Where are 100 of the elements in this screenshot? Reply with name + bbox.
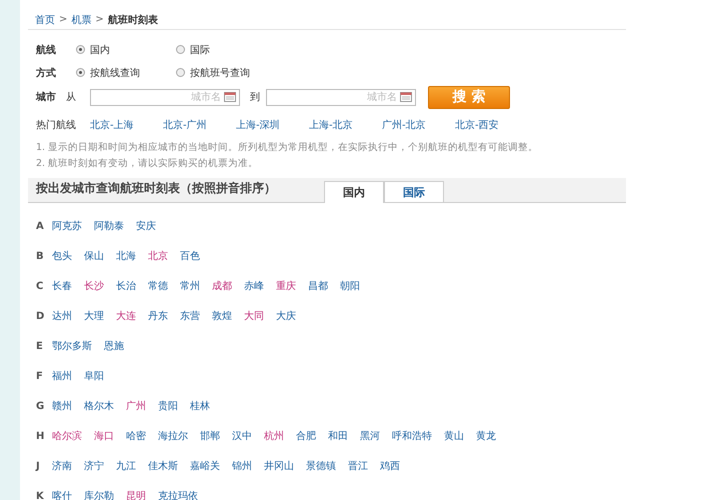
tab[interactable]: 国内 (324, 181, 384, 203)
city-link[interactable]: 成都 (212, 279, 232, 293)
city-link[interactable]: 格尔木 (84, 399, 114, 413)
city-link[interactable]: 杭州 (264, 429, 284, 443)
city-link[interactable]: 昌都 (308, 279, 328, 293)
to-label: 到 (249, 91, 261, 104)
city-link[interactable]: 长春 (52, 279, 72, 293)
letter-label: G (36, 400, 46, 412)
field-label: 航线 (36, 43, 57, 56)
city-link[interactable]: 和田 (328, 429, 348, 443)
city-link[interactable]: 济南 (52, 459, 72, 473)
field-label: 方式 (36, 66, 57, 80)
city-link[interactable]: 哈尔滨 (52, 429, 82, 443)
city-link[interactable]: 百色 (180, 249, 200, 263)
city-link[interactable]: 朝阳 (340, 279, 360, 293)
hot-route-link[interactable]: 北京-西安 (455, 118, 528, 132)
city-link[interactable]: 汉中 (232, 429, 252, 443)
hot-route-link[interactable]: 上海-深圳 (236, 118, 309, 132)
city-link[interactable]: 海口 (94, 429, 114, 443)
city-link[interactable]: 桂林 (190, 399, 210, 413)
section-title: 按出发城市查询航班时刻表（按照拼音排序） (34, 180, 277, 197)
radio-option[interactable]: 国内 (76, 42, 176, 56)
city-link[interactable]: 佳木斯 (148, 459, 178, 473)
city-link[interactable]: 海拉尔 (158, 429, 188, 443)
letter-label: E (36, 340, 44, 352)
tab[interactable]: 国际 (384, 181, 444, 202)
city-link[interactable]: 晋江 (348, 459, 368, 473)
city-link[interactable]: 嘉峪关 (190, 459, 220, 473)
calendar-icon (400, 92, 412, 102)
city-link[interactable]: 济宁 (84, 459, 104, 473)
city-link[interactable]: 合肥 (296, 429, 316, 443)
radio-option[interactable]: 按航线查询 (76, 66, 176, 80)
city-link[interactable]: 广州 (126, 399, 146, 413)
city-link[interactable]: 邯郸 (200, 429, 220, 443)
letter-label: D (36, 310, 46, 322)
city-link[interactable]: 阿克苏 (52, 219, 82, 233)
city-link[interactable]: 丹东 (148, 309, 168, 323)
hot-route-link[interactable]: 北京-上海 (90, 118, 163, 132)
breadcrumb-separator: > (95, 14, 104, 25)
letter-label: F (36, 370, 44, 382)
city-link[interactable]: 恩施 (104, 339, 124, 353)
calendar-icon (224, 92, 236, 102)
city-link[interactable]: 达州 (52, 309, 72, 323)
city-link[interactable]: 鸡西 (380, 459, 400, 473)
city-link[interactable]: 锦州 (232, 459, 252, 473)
note-text: 1. 显示的日期和时间为相应城市的当地时间。所列机型为常用机型，在实际执行中，个别航班的机型有可能调整。 (36, 141, 540, 155)
city-link[interactable]: 大同 (244, 309, 264, 323)
hot-route-link[interactable]: 上海-北京 (309, 118, 382, 132)
letter-label: J (36, 460, 41, 472)
city-link[interactable]: 重庆 (276, 279, 296, 293)
city-link[interactable]: 阿勒泰 (94, 219, 124, 233)
city-link[interactable]: 包头 (52, 249, 72, 263)
city-link[interactable]: 景德镇 (306, 459, 336, 473)
city-link[interactable]: 大理 (84, 309, 104, 323)
city-link[interactable]: 长沙 (84, 279, 104, 293)
to-city-field[interactable]: 城市名 (266, 88, 416, 106)
hot-route-link[interactable]: 北京-广州 (163, 118, 236, 132)
radio-option[interactable]: 按航班号查询 (176, 66, 276, 80)
city-link[interactable]: 黑河 (360, 429, 380, 443)
city-link[interactable]: 贵阳 (158, 399, 178, 413)
city-link[interactable]: 常德 (148, 279, 168, 293)
breadcrumb-current: 航班时刻表 (108, 13, 158, 26)
city-link[interactable]: 井冈山 (264, 459, 294, 473)
city-link[interactable]: 九江 (116, 459, 136, 473)
city-link[interactable]: 北海 (116, 249, 136, 263)
letter-label: C (36, 280, 44, 292)
city-link[interactable]: 长治 (116, 279, 136, 293)
letter-label: H (36, 430, 46, 442)
field-label: 城市 (36, 90, 57, 104)
city-link[interactable]: 黄山 (444, 429, 464, 443)
city-link[interactable]: 福州 (52, 369, 72, 383)
letter-label: A (36, 220, 45, 232)
city-link[interactable]: 东营 (180, 309, 200, 323)
letter-label: K (36, 490, 45, 500)
city-link[interactable]: 大连 (116, 309, 136, 323)
city-link[interactable]: 赣州 (52, 399, 72, 413)
city-link[interactable]: 敦煌 (212, 309, 232, 323)
city-link[interactable]: 大庆 (276, 309, 296, 323)
from-city-field[interactable]: 城市名 (90, 88, 240, 106)
breadcrumb-link[interactable]: 机票 (71, 12, 92, 26)
city-link[interactable]: 鄂尔多斯 (52, 339, 92, 353)
city-link[interactable]: 库尔勒 (84, 489, 114, 500)
city-link[interactable]: 哈密 (126, 429, 146, 443)
city-link[interactable]: 安庆 (136, 219, 156, 233)
note-text: 2. 航班时刻如有变动，请以实际购买的机票为准。 (36, 157, 260, 171)
city-link[interactable]: 昆明 (126, 489, 146, 500)
city-link[interactable]: 喀什 (52, 489, 72, 500)
breadcrumb-separator: > (59, 14, 68, 25)
city-link[interactable]: 黄龙 (476, 429, 496, 443)
city-link[interactable]: 保山 (84, 249, 104, 263)
letter-label: B (36, 250, 45, 262)
city-link[interactable]: 呼和浩特 (392, 429, 432, 443)
city-link[interactable]: 阜阳 (84, 369, 104, 383)
hot-routes-label: 热门航线 (36, 118, 77, 132)
radio-option[interactable]: 国际 (176, 42, 276, 56)
city-link[interactable]: 赤峰 (244, 279, 264, 293)
hot-route-link[interactable]: 广州-北京 (382, 118, 455, 132)
city-link[interactable]: 北京 (148, 249, 168, 263)
city-link[interactable]: 常州 (180, 279, 200, 293)
breadcrumb-link[interactable]: 首页 (35, 12, 55, 26)
